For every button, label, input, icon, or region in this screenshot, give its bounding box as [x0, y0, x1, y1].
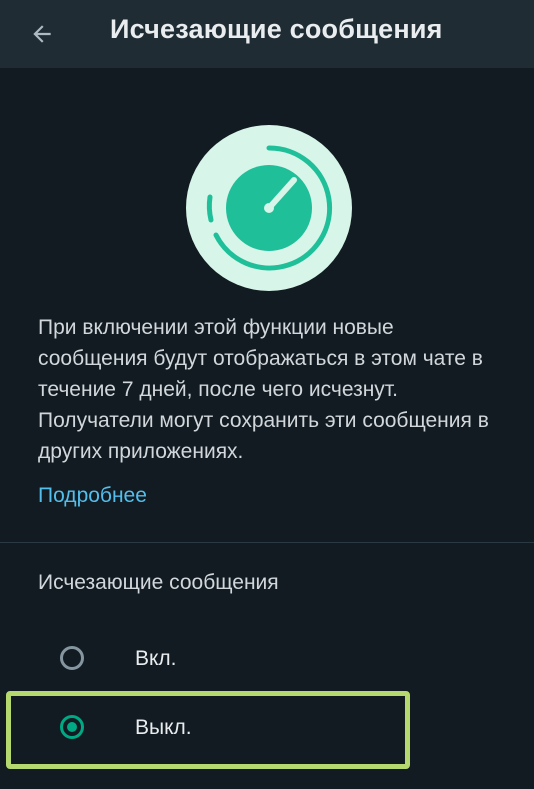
back-button[interactable] — [22, 14, 62, 54]
arrow-left-icon — [33, 25, 51, 43]
app-bar: Исчезающие сообщения — [0, 0, 534, 68]
timer-icon — [206, 145, 333, 271]
radio-unchecked-icon[interactable] — [60, 646, 84, 670]
divider — [0, 542, 534, 543]
option-off-label: Выкл. — [135, 716, 192, 739]
page-title: Исчезающие сообщения — [110, 14, 443, 44]
option-off[interactable]: Выкл. — [10, 696, 410, 762]
radio-checked-icon[interactable] — [60, 715, 84, 739]
description-text: При включении этой функции новые сообщен… — [38, 316, 489, 463]
learn-more-link[interactable]: Подробнее — [38, 484, 147, 508]
option-on[interactable]: Вкл. — [10, 627, 410, 693]
section-title: Исчезающие сообщения — [38, 571, 279, 594]
option-on-label: Вкл. — [135, 647, 177, 670]
hero-illustration — [186, 125, 352, 291]
